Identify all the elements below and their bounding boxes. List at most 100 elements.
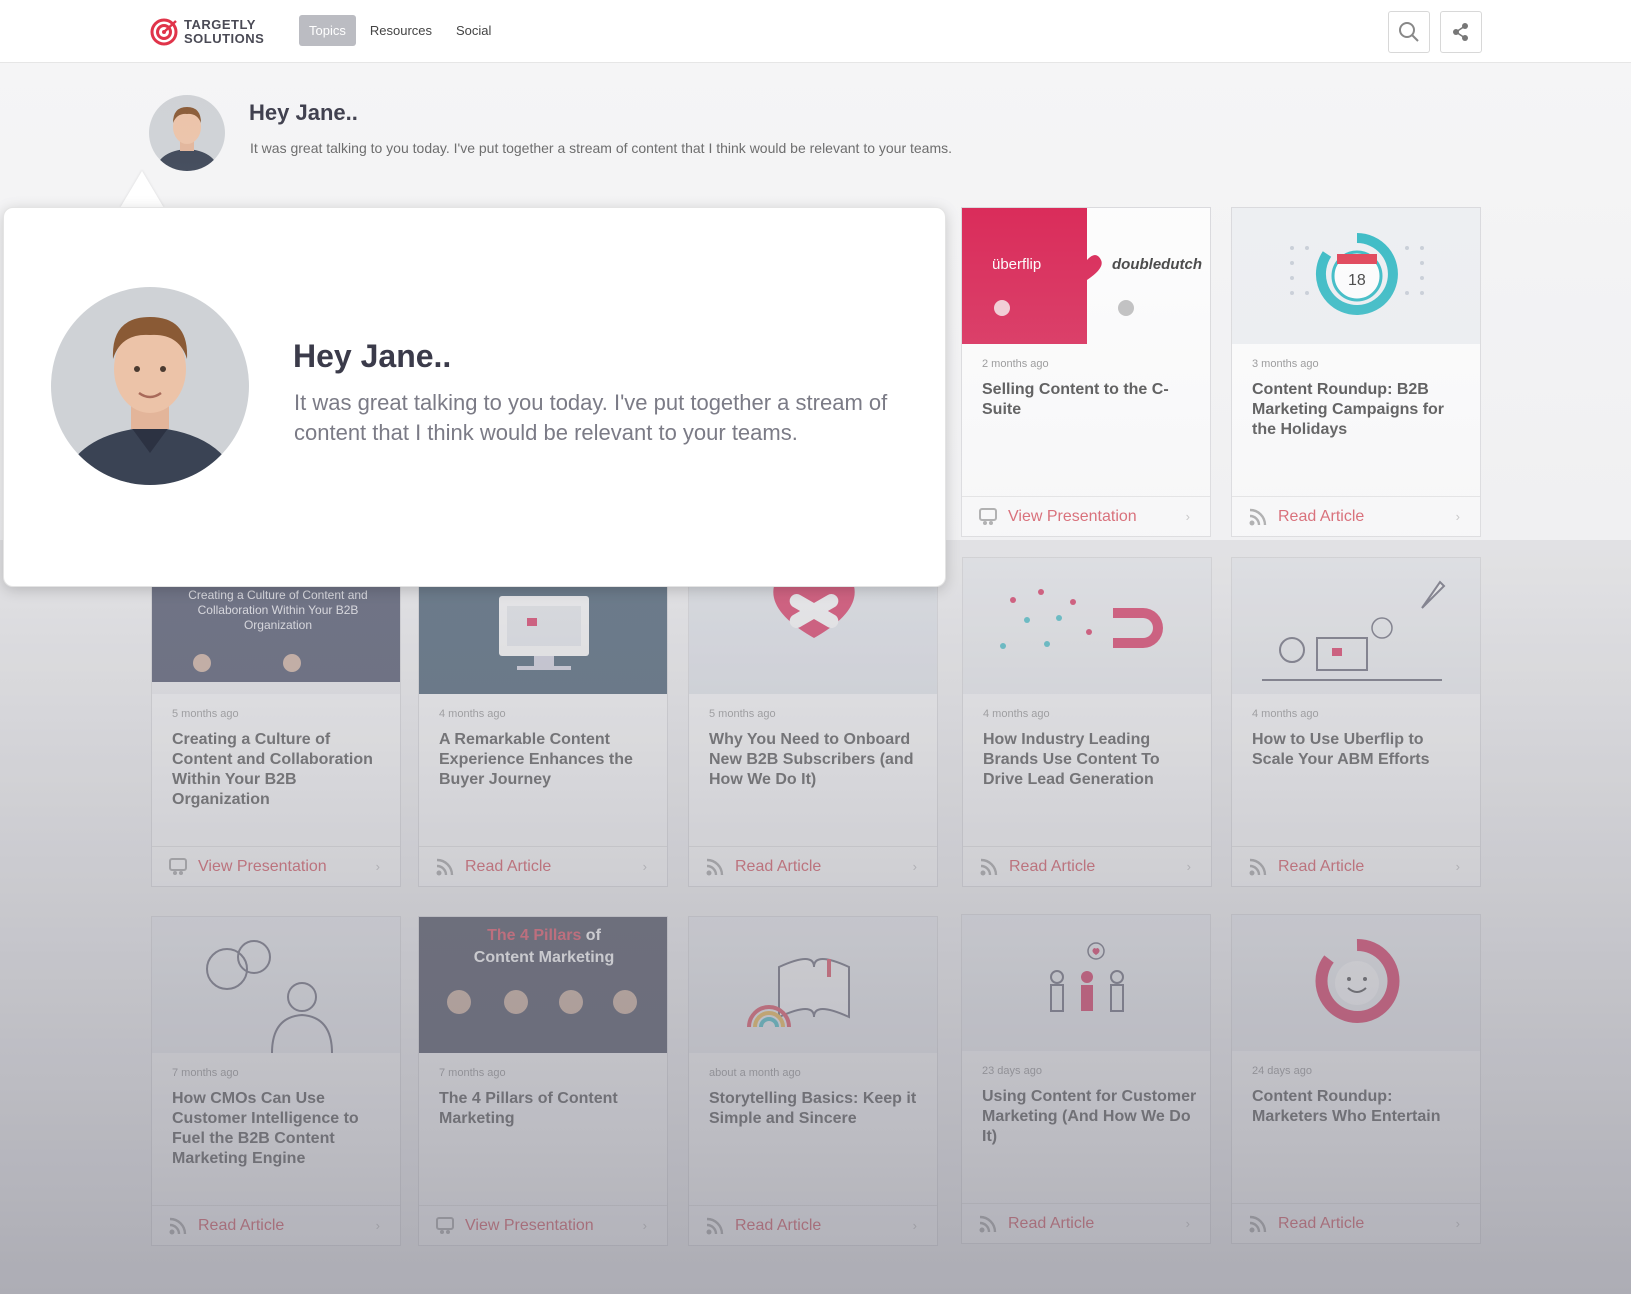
- card-date: 5 months ago: [172, 708, 239, 720]
- card-action[interactable]: View Presentation ›: [152, 846, 400, 886]
- rss-icon: [169, 1217, 187, 1234]
- card-title[interactable]: Content Roundup: B2B Marketing Campaigns…: [1252, 380, 1467, 440]
- card-date: 5 months ago: [709, 708, 776, 720]
- card-action-label: View Presentation: [465, 1216, 594, 1234]
- card-action-label: Read Article: [735, 857, 822, 875]
- content-card[interactable]: 4 months ago How Industry Leading Brands…: [962, 557, 1212, 887]
- card-title[interactable]: Using Content for Customer Marketing (An…: [982, 1087, 1197, 1147]
- smiley-arrow-thumbnail-icon: [1315, 938, 1400, 1023]
- brand-logo[interactable]: TARGETLY SOLUTIONS: [150, 18, 264, 46]
- content-card[interactable]: 5 months ago Why You Need to Onboard New…: [688, 557, 938, 887]
- card-title[interactable]: Content Roundup: Marketers Who Entertain: [1252, 1087, 1467, 1127]
- card-date: 23 days ago: [982, 1065, 1042, 1077]
- content-card[interactable]: The 4 Pillars of Content Marketing 7 mon…: [418, 916, 668, 1246]
- card-thumbnail: 18: [1232, 208, 1480, 344]
- chevron-right-icon: ›: [912, 859, 917, 874]
- card-thumbnail: [1232, 915, 1480, 1051]
- card-action-label: Read Article: [1278, 857, 1365, 875]
- nav-social[interactable]: Social: [446, 15, 501, 46]
- thumb-headline: Creating a Culture of Content and Collab…: [188, 588, 368, 632]
- rss-icon: [706, 858, 724, 875]
- card-date: 7 months ago: [439, 1067, 506, 1079]
- content-card[interactable]: about a month ago Storytelling Basics: K…: [688, 916, 938, 1246]
- chevron-right-icon: ›: [642, 1218, 647, 1233]
- calendar-day: 18: [1348, 272, 1366, 289]
- popover-title: Hey Jane..: [293, 338, 452, 374]
- content-card[interactable]: überflip doubledutch 2 months ago Sellin…: [961, 207, 1211, 537]
- card-title[interactable]: How CMOs Can Use Customer Intelligence t…: [172, 1089, 387, 1169]
- chevron-right-icon: ›: [1185, 509, 1190, 524]
- card-action-label: View Presentation: [198, 857, 327, 875]
- card-title[interactable]: Creating a Culture of Content and Collab…: [172, 730, 387, 810]
- thumb-headline: The 4 Pillars of: [487, 927, 601, 944]
- share-icon: [1453, 23, 1468, 41]
- card-date: 4 months ago: [439, 708, 506, 720]
- search-icon: [1399, 22, 1419, 42]
- card-action-label: View Presentation: [1008, 507, 1137, 525]
- card-action[interactable]: Read Article ›: [1232, 1203, 1480, 1243]
- card-action-label: Read Article: [1278, 1214, 1365, 1232]
- card-action[interactable]: View Presentation ›: [962, 496, 1210, 536]
- chevron-right-icon: ›: [375, 1218, 380, 1233]
- card-action[interactable]: Read Article ›: [962, 1203, 1210, 1243]
- rss-icon: [1249, 1215, 1267, 1232]
- popover-text: It was great talking to you today. I've …: [294, 390, 888, 445]
- content-card[interactable]: 7 months ago How CMOs Can Use Customer I…: [151, 916, 401, 1246]
- card-title[interactable]: The 4 Pillars of Content Marketing: [439, 1089, 654, 1129]
- content-card[interactable]: 4 months ago How to Use Uberflip to Scal…: [1231, 557, 1481, 887]
- uberflip-doubledutch-thumbnail-icon: [962, 208, 1210, 344]
- magnet-people-thumbnail-icon: [1000, 589, 1163, 649]
- card-action[interactable]: Read Article ›: [689, 846, 937, 886]
- chevron-right-icon: ›: [912, 1218, 917, 1233]
- chevron-right-icon: ›: [1455, 509, 1460, 524]
- card-action[interactable]: Read Article ›: [1232, 496, 1480, 536]
- thumb-right-brand: doubledutch: [1112, 256, 1202, 273]
- rss-icon: [706, 1217, 724, 1234]
- card-title[interactable]: Selling Content to the C-Suite: [982, 380, 1197, 420]
- card-date: 24 days ago: [1252, 1065, 1312, 1077]
- card-thumbnail: The 4 Pillars of Content Marketing: [419, 917, 667, 1053]
- card-date: 3 months ago: [1252, 358, 1319, 370]
- card-title[interactable]: How Industry Leading Brands Use Content …: [983, 730, 1198, 790]
- card-thumbnail: [962, 915, 1210, 1051]
- target-logo-icon: [150, 18, 178, 46]
- chevron-right-icon: ›: [1185, 1216, 1190, 1231]
- content-card[interactable]: 18 3 months ago Content Roundup: B2B Mar…: [1231, 207, 1481, 537]
- card-action[interactable]: Read Article ›: [419, 846, 667, 886]
- thinking-person-thumbnail-icon: [206, 940, 333, 1053]
- card-action[interactable]: Read Article ›: [152, 1205, 400, 1245]
- content-card[interactable]: 4 months ago A Remarkable Content Experi…: [418, 557, 668, 887]
- card-action[interactable]: Read Article ›: [1232, 846, 1480, 886]
- presentation-icon: [436, 1216, 454, 1234]
- card-thumbnail: [152, 917, 400, 1053]
- share-button[interactable]: [1440, 11, 1482, 53]
- card-action[interactable]: Read Article ›: [689, 1205, 937, 1245]
- brand-name: TARGETLY SOLUTIONS: [184, 17, 265, 46]
- card-date: about a month ago: [709, 1067, 801, 1079]
- presentation-icon: [979, 507, 997, 525]
- card-thumbnail: überflip doubledutch: [962, 208, 1210, 344]
- open-book-thumbnail-icon: [747, 958, 850, 1028]
- content-card[interactable]: 24 days ago Content Roundup: Marketers W…: [1231, 914, 1481, 1244]
- card-title[interactable]: How to Use Uberflip to Scale Your ABM Ef…: [1252, 730, 1467, 770]
- greeting-text: It was great talking to you today. I've …: [250, 140, 953, 156]
- thumb-subheadline: Content Marketing: [473, 949, 615, 966]
- avatar: [149, 95, 225, 171]
- card-title[interactable]: Why You Need to Onboard New B2B Subscrib…: [709, 730, 924, 790]
- card-title[interactable]: Storytelling Basics: Keep it Simple and …: [709, 1089, 924, 1129]
- thumb-left-brand: überflip: [992, 256, 1042, 273]
- content-card[interactable]: 23 days ago Using Content for Customer M…: [961, 914, 1211, 1244]
- card-title[interactable]: A Remarkable Content Experience Enhances…: [439, 730, 654, 790]
- card-action-label: Read Article: [1008, 1214, 1095, 1232]
- content-card[interactable]: Creating a Culture of Content and Collab…: [151, 557, 401, 887]
- nav-topics[interactable]: Topics: [299, 15, 356, 46]
- card-action[interactable]: View Presentation ›: [419, 1205, 667, 1245]
- nav-resources[interactable]: Resources: [360, 15, 442, 46]
- chevron-right-icon: ›: [1186, 859, 1191, 874]
- rss-icon: [1249, 858, 1267, 875]
- search-button[interactable]: [1388, 11, 1430, 53]
- rss-icon: [1249, 508, 1267, 525]
- avatar-large: [51, 287, 249, 485]
- rss-icon: [980, 858, 998, 875]
- card-action[interactable]: Read Article ›: [963, 846, 1211, 886]
